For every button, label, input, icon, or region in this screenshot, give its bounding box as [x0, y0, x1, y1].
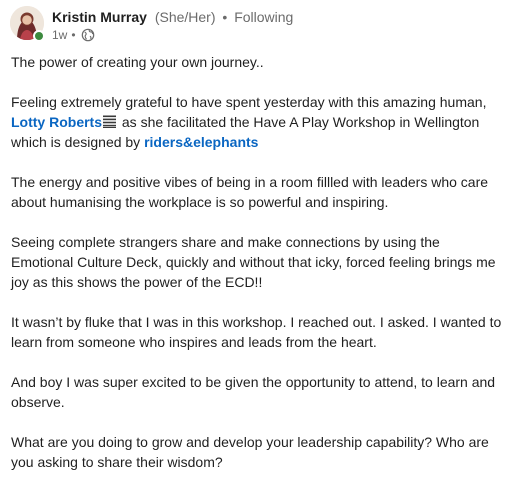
post-paragraph-2: Feeling extremely grateful to have spent…	[11, 92, 503, 152]
post-paragraph-7: What are you doing to grow and develop y…	[11, 434, 489, 470]
post-time[interactable]: 1w	[52, 27, 67, 43]
globe-icon	[81, 28, 95, 42]
follow-status[interactable]: Following	[234, 9, 293, 25]
post-paragraph-5: It wasn’t by fluke that I was in this wo…	[11, 314, 502, 350]
separator-dot: •	[222, 9, 228, 25]
feed-post: Kristin Murray (She/Her) • Following 1w …	[0, 0, 507, 485]
post-paragraph-2-start: Feeling extremely grateful to have spent…	[11, 94, 487, 110]
online-status-indicator	[33, 30, 45, 42]
mention-lotty-roberts[interactable]: Lotty Roberts	[11, 114, 102, 130]
post-paragraph-4: Seeing complete strangers share and make…	[11, 234, 496, 290]
author-name[interactable]: Kristin Murray	[52, 9, 147, 25]
post-paragraph-1: The power of creating your own journey..	[11, 54, 264, 70]
author-line: Kristin Murray (She/Her) • Following	[52, 8, 293, 26]
mention-riders-elephants[interactable]: riders&elephants	[144, 134, 258, 150]
separator-dot: •	[71, 28, 76, 42]
post-meta: 1w •	[52, 27, 95, 43]
post-paragraph-3: The energy and positive vibes of being i…	[11, 174, 489, 210]
author-pronouns: (She/Her)	[154, 9, 216, 25]
flag-icon	[103, 113, 116, 128]
author-avatar-container[interactable]	[10, 6, 46, 42]
post-paragraph-6: And boy I was super excited to be given …	[11, 374, 496, 410]
post-body: The power of creating your own journey..…	[11, 52, 503, 492]
post-header: Kristin Murray (She/Her) • Following 1w …	[10, 6, 500, 46]
